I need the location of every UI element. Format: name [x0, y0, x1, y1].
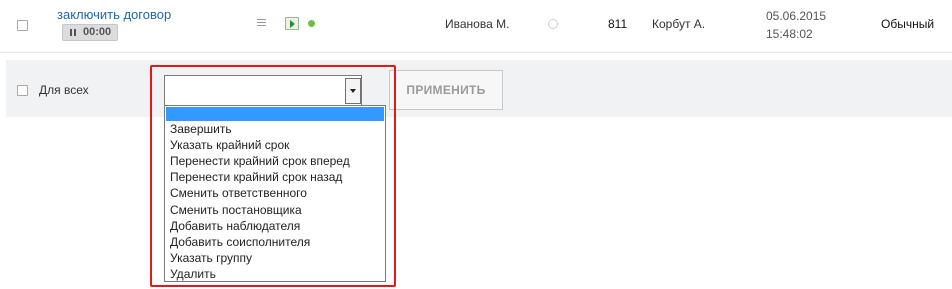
task-number: 811 [608, 17, 628, 31]
task-timer[interactable]: 00:00 [62, 24, 118, 41]
task-row-checkbox[interactable] [17, 20, 28, 31]
task-creator: Корбут А. [652, 17, 706, 31]
for-all-checkbox[interactable] [17, 85, 28, 96]
task-date: 05.06.2015 [766, 9, 827, 23]
menu-icon[interactable] [257, 19, 266, 26]
play-icon[interactable] [285, 17, 299, 30]
status-dot-icon [308, 20, 315, 27]
task-time: 15:48:02 [766, 27, 813, 41]
for-all-label: Для всех [39, 83, 89, 97]
task-title-link[interactable]: заключить договор [57, 7, 171, 22]
circle-icon [548, 19, 558, 29]
apply-button[interactable]: ПРИМЕНИТЬ [389, 70, 503, 110]
task-priority: Обычный [881, 17, 935, 31]
pause-icon [70, 29, 76, 36]
annotation-highlight-box [150, 65, 396, 287]
timer-value: 00:00 [83, 26, 112, 38]
task-responsible: Иванова М. [445, 17, 510, 31]
row-divider [0, 52, 952, 53]
